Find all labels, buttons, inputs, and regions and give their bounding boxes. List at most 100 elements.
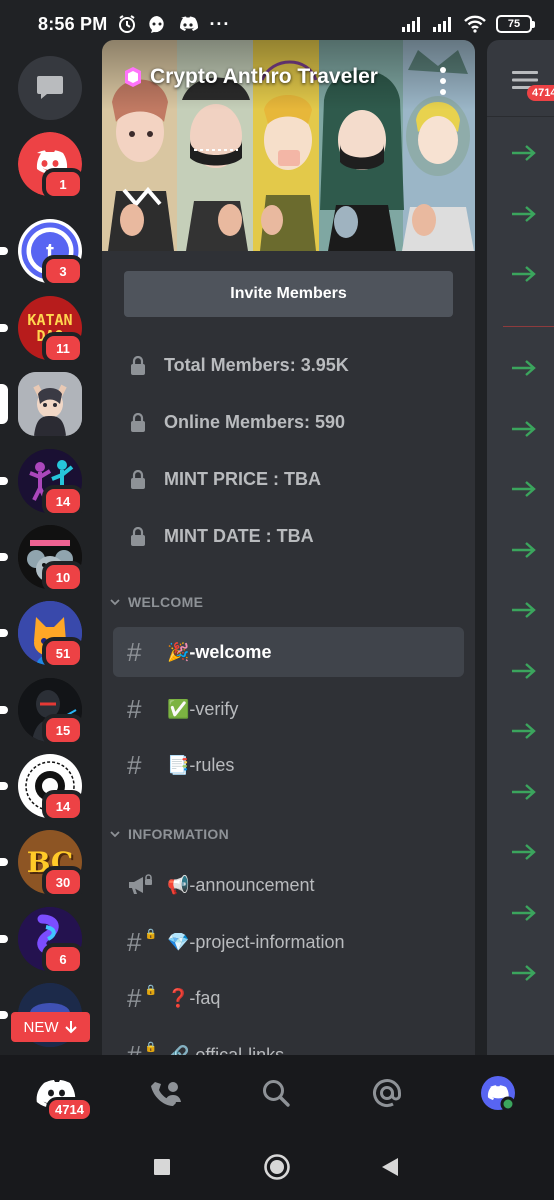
channel-announcement[interactable]: 📢 -announcement — [113, 860, 464, 910]
tab-search[interactable] — [256, 1073, 296, 1113]
new-label: NEW — [23, 1018, 59, 1036]
battery-icon: 75 — [496, 15, 535, 33]
channel-emoji: ✅ — [167, 698, 190, 719]
channel-name: -project-information — [189, 931, 345, 952]
stat-channel-online-members[interactable]: Online Members: 590 — [130, 412, 345, 433]
mention-badge: 4714 — [527, 85, 554, 101]
dm-circle — [18, 56, 82, 120]
stat-channel-total-members[interactable]: Total Members: 3.95K — [130, 355, 349, 376]
more-vertical-icon — [440, 67, 446, 95]
text-channel-icon: # — [127, 749, 142, 780]
category-information[interactable]: INFORMATION — [110, 826, 229, 842]
server-banner[interactable]: Crypto Anthro Traveler — [102, 40, 475, 251]
server-dance[interactable]: 14 — [0, 449, 84, 517]
channel-name: -announcement — [189, 874, 315, 895]
discord-status-icon — [180, 16, 199, 31]
category-label: INFORMATION — [128, 826, 230, 842]
text-channel-icon: # — [127, 636, 142, 667]
unread-badge: 30 — [42, 866, 84, 898]
stat-label: MINT PRICE : TBA — [164, 469, 321, 489]
channel-name: -welcome — [189, 641, 272, 662]
server-cat[interactable]: 51 — [0, 601, 84, 669]
channel-panel: Crypto Anthro Traveler Invite Members To… — [102, 40, 475, 1055]
back-system-button[interactable] — [381, 1157, 399, 1177]
status-time: 8:56 PM — [38, 13, 108, 34]
header-divider — [487, 116, 554, 117]
server-icon — [18, 372, 82, 436]
system-navigation-bar — [0, 1133, 554, 1200]
category-welcome[interactable]: WELCOME — [110, 594, 203, 610]
server-boost-badge-icon — [125, 67, 141, 87]
unread-pip — [0, 629, 8, 637]
unread-pip — [0, 324, 8, 332]
lock-icon — [131, 412, 145, 432]
channel-welcome[interactable]: # 🎉 -welcome — [113, 627, 464, 677]
new-messages-pill[interactable]: NEW — [11, 1012, 90, 1042]
unread-pip — [0, 782, 8, 790]
lock-icon — [131, 526, 145, 546]
unread-pip — [0, 477, 8, 485]
join-arrow-icon — [512, 784, 536, 800]
signal-icon — [402, 17, 420, 32]
bottom-navigation: 4714 — [0, 1055, 554, 1133]
server-robot[interactable]: 15 — [0, 678, 84, 746]
stat-channel-mint-price[interactable]: MINT PRICE : TBA — [130, 469, 321, 490]
server-gradient[interactable]: 6 — [0, 907, 84, 975]
recent-apps-button[interactable] — [153, 1158, 171, 1176]
server-t[interactable]: t 3 — [0, 219, 84, 287]
channel-name: -rules — [189, 754, 235, 775]
direct-messages-button[interactable] — [18, 56, 82, 120]
join-arrow-icon — [512, 360, 536, 376]
new-messages-divider — [503, 326, 554, 327]
channel-faq[interactable]: # 🔒 ❓ -faq — [113, 973, 464, 1023]
category-label: WELCOME — [128, 594, 204, 610]
channel-emoji: 💎 — [167, 931, 190, 952]
locked-channel-icon: # 🔒 — [127, 1039, 157, 1056]
chevron-down-icon — [110, 831, 120, 838]
unread-pip — [0, 1011, 8, 1019]
unread-badge: 51 — [42, 637, 84, 669]
tab-profile[interactable] — [478, 1073, 518, 1113]
wifi-icon — [464, 15, 486, 33]
server-discord[interactable]: 1 — [18, 132, 84, 200]
unread-pip — [0, 858, 8, 866]
server-octiverse[interactable]: 14 — [0, 754, 84, 822]
server-bubbly-koala[interactable]: 10 — [0, 525, 84, 593]
search-icon — [263, 1080, 290, 1107]
chat-bubble-icon — [37, 76, 63, 99]
channel-offical-links[interactable]: # 🔒 🔗 -offical-links — [113, 1030, 464, 1056]
alarm-icon — [119, 15, 136, 33]
chat-panel[interactable]: 4714 — [487, 40, 554, 1055]
channel-name: -offical-links — [189, 1044, 285, 1056]
join-arrow-icon — [512, 663, 536, 679]
lock-icon — [131, 355, 145, 375]
join-arrow-icon — [512, 905, 536, 921]
channel-name: -faq — [189, 987, 221, 1008]
home-system-button[interactable] — [263, 1153, 291, 1181]
invite-members-button[interactable]: Invite Members — [124, 271, 453, 317]
selected-pip — [0, 384, 8, 424]
channel-emoji: 🔗 — [167, 1044, 190, 1056]
server-bc[interactable]: BC 30 — [0, 830, 84, 898]
status-right: 75 — [401, 15, 535, 33]
channel-project-information[interactable]: # 🔒 💎 -project-information — [113, 917, 464, 967]
lock-icon — [131, 469, 145, 489]
server-options-button[interactable] — [439, 66, 447, 96]
messenger-icon — [149, 16, 165, 33]
announcement-lock-icon — [129, 874, 152, 894]
server-crypto-anthro-traveler[interactable] — [0, 372, 82, 436]
tab-friends[interactable] — [146, 1073, 186, 1113]
avatar — [481, 1076, 516, 1112]
join-arrow-icon — [512, 266, 536, 282]
unread-badge: 11 — [42, 332, 84, 364]
server-katan-dao[interactable]: KATANDAO 11 — [0, 296, 84, 364]
channel-verify[interactable]: # ✅ -verify — [113, 684, 464, 734]
channel-rules[interactable]: # 📑 -rules — [113, 740, 464, 790]
server-title[interactable]: Crypto Anthro Traveler — [122, 65, 425, 89]
tab-mentions[interactable] — [367, 1073, 407, 1113]
friends-icon — [151, 1082, 181, 1106]
locked-channel-icon: # 🔒 — [127, 982, 157, 1013]
stat-channel-mint-date[interactable]: MINT DATE : TBA — [130, 526, 314, 547]
unread-pip — [0, 553, 8, 561]
unread-badge: 14 — [42, 485, 84, 517]
